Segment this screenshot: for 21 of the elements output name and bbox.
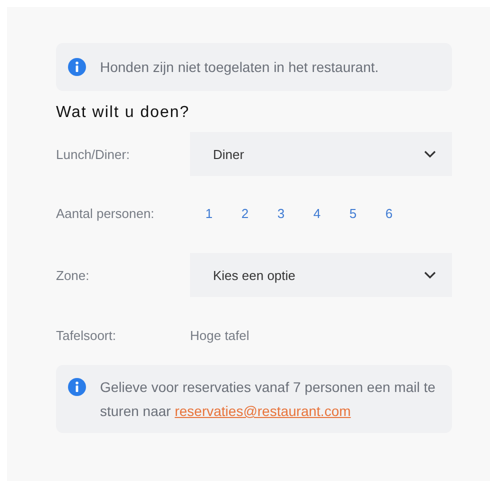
number-link[interactable]: 4 <box>311 206 323 220</box>
info-icon <box>68 378 86 396</box>
number-link[interactable]: 2 <box>239 206 251 220</box>
select-field[interactable]: Diner <box>190 132 452 176</box>
number-link[interactable]: 5 <box>347 206 359 220</box>
number-link[interactable]: 6 <box>383 206 395 220</box>
field-label: Lunch/Diner: <box>56 146 131 162</box>
field-label: Aantal personen: <box>56 206 156 220</box>
field-label: Tafelsoort: <box>56 328 117 342</box>
section-heading: Wat wilt u doen? <box>56 104 191 122</box>
field-value: Hoge tafel <box>190 328 250 342</box>
info-text: Gelieve voor reservaties vanaf 7 personen een mail te sturen naar reservaties@restaurant.com <box>100 378 436 421</box>
field-label: Zone: <box>56 268 90 282</box>
chevron-icon <box>424 150 436 158</box>
number-link[interactable]: 3 <box>275 206 287 220</box>
number-link[interactable]: 1 <box>203 206 215 220</box>
notice-text: Honden zijn niet toegelaten in het restaurant. <box>100 58 379 77</box>
info-icon <box>68 58 86 76</box>
email-link[interactable]: reservaties@restaurant.com <box>174 403 351 419</box>
select-field[interactable]: Kies een optie <box>190 253 452 297</box>
chevron-icon <box>424 271 436 279</box>
